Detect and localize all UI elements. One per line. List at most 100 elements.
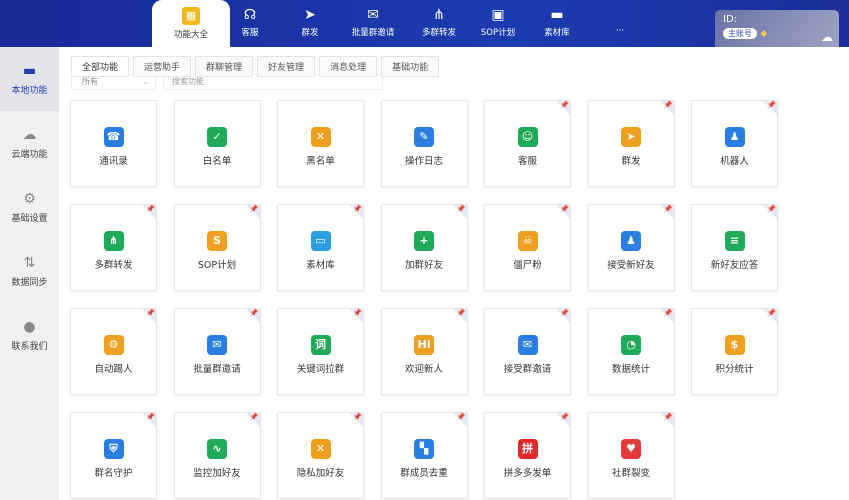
feature-label: 积分统计 (715, 364, 754, 375)
feature-icon: ◔ (621, 335, 641, 355)
nav-more[interactable]: ··· (590, 0, 650, 47)
feature-card[interactable]: 📌 $ 积分统计 (691, 308, 778, 395)
pin-icon[interactable]: 📌 (556, 413, 570, 427)
sidebar-item-label: 本地功能 (11, 86, 48, 96)
nav-calendar[interactable]: ▣ SOP计划 (468, 0, 528, 47)
feature-card[interactable]: 📌 ✉ 批量群邀请 (173, 308, 261, 395)
feature-label: 关键词拉群 (296, 364, 345, 375)
pin-icon[interactable]: 📌 (452, 205, 467, 219)
feature-label: 群发 (621, 156, 641, 167)
cloud-icon: ☁ (22, 127, 37, 143)
pin-icon[interactable]: 📌 (556, 101, 570, 115)
feature-icon: ☺ (517, 127, 538, 147)
sidebar-item-label: 基础设置 (11, 214, 48, 224)
feature-card[interactable]: 📌 ⋔ 多群转发 (70, 204, 157, 291)
feature-card[interactable]: 📌 ◔ 数据统计 (587, 308, 675, 395)
nav-label: ··· (615, 26, 625, 36)
tab-3[interactable]: 好友管理 (257, 56, 316, 77)
feature-card[interactable]: 📌 S SOP计划 (173, 204, 261, 291)
pin-icon[interactable]: 📌 (659, 309, 674, 323)
send-icon: ➤ (304, 7, 316, 23)
nav-network[interactable]: ⋔ 多群转发 (409, 0, 469, 47)
pin-icon[interactable]: 📌 (245, 413, 260, 427)
pin-icon[interactable]: 📌 (142, 413, 156, 427)
feature-card[interactable]: 📌 Hi 欢迎新人 (380, 308, 468, 395)
feature-card[interactable]: 📌 ♟ 机器人 (691, 100, 778, 187)
pin-icon[interactable]: 📌 (349, 205, 363, 219)
tab-5[interactable]: 基础功能 (381, 56, 440, 77)
feature-icon: ⋔ (103, 231, 124, 251)
feature-card[interactable]: 📌 + 加群好友 (380, 204, 468, 291)
pin-icon[interactable]: 📌 (659, 205, 674, 219)
pin-icon[interactable]: 📌 (142, 205, 156, 219)
feature-icon: S (207, 231, 227, 251)
feature-label: 接受新好友 (607, 260, 655, 271)
tab-4[interactable]: 消息处理 (319, 56, 378, 77)
feature-card[interactable]: 📌 ⚙ 自动踢人 (70, 308, 157, 395)
feature-card[interactable]: 📌 ☠ 僵尸粉 (484, 204, 571, 291)
feature-card[interactable]: ✓ 白名单 (173, 100, 261, 187)
pin-icon[interactable]: 📌 (556, 205, 570, 219)
nav-label: 素材库 (544, 28, 570, 38)
feature-card[interactable]: ✕ 黑名单 (277, 100, 364, 187)
feature-card[interactable]: ☎ 通讯录 (70, 100, 157, 187)
feature-icon: ⛨ (103, 439, 124, 459)
tab-1[interactable]: 运营助手 (133, 56, 192, 77)
nav-label: 客服 (241, 28, 259, 38)
feature-card[interactable]: 📌 ⛨ 群名守护 (70, 412, 157, 499)
pin-icon[interactable]: 📌 (245, 309, 260, 323)
feature-label: SOP计划 (197, 260, 237, 271)
sidebar-item-4[interactable]: ● 联系我们 (0, 303, 59, 367)
sidebar-item-3[interactable]: ⇅ 数据同步 (0, 239, 59, 303)
feature-label: 新好友应答 (710, 260, 759, 271)
account-panel[interactable]: ID: 主账号 ◆ ☁ (715, 10, 839, 47)
feature-card[interactable]: 📌 ∿ 监控加好友 (173, 412, 261, 499)
feature-card[interactable]: 📌 ♥ 社群裂变 (587, 412, 675, 499)
pin-icon[interactable]: 📌 (763, 309, 777, 323)
feature-icon: ⚙ (103, 335, 124, 355)
feature-card[interactable]: 📌 ≡ 新好友应答 (691, 204, 778, 291)
pin-icon[interactable]: 📌 (659, 101, 674, 115)
feature-icon: 拼 (517, 439, 538, 459)
feature-card[interactable]: 📌 ☺ 客服 (484, 100, 571, 187)
feature-card[interactable]: 📌 ➤ 群发 (587, 100, 675, 187)
calendar-icon: ▣ (491, 7, 505, 23)
feature-card[interactable]: 📌 ▚ 群成员去重 (380, 412, 468, 499)
tab-2[interactable]: 群聊管理 (195, 56, 254, 77)
pin-icon[interactable]: 📌 (659, 413, 674, 427)
pin-icon[interactable]: 📌 (245, 205, 260, 219)
feature-icon: ♥ (621, 439, 641, 459)
pin-icon[interactable]: 📌 (556, 309, 570, 323)
pin-icon[interactable]: 📌 (763, 205, 777, 219)
nav-invite[interactable]: ✉ 批量群邀请 (343, 0, 403, 47)
nav-folder[interactable]: ▬ 素材库 (527, 0, 587, 47)
feature-label: 批量群邀请 (193, 364, 241, 375)
nav-apps[interactable]: ▦ 功能大全 (152, 0, 230, 47)
feature-card[interactable]: 📌 ✉ 接受群邀请 (484, 308, 571, 395)
nav-send[interactable]: ➤ 群发 (280, 0, 340, 47)
pin-icon[interactable]: 📌 (452, 413, 467, 427)
nav-headset[interactable]: ☊ 客服 (220, 0, 280, 47)
sidebar-item-1[interactable]: ☁ 云端功能 (0, 111, 59, 175)
pin-icon[interactable]: 📌 (142, 309, 156, 323)
feature-card[interactable]: 📌 拼拼多多发单 (484, 412, 571, 499)
pin-icon[interactable]: 📌 (349, 309, 363, 323)
feature-label: 机器人 (720, 156, 749, 167)
feature-card[interactable]: 📌 ▭ 素材库 (277, 204, 364, 291)
tab-0[interactable]: 全部功能 (71, 56, 130, 77)
category-tabs: 全部功能 运营助手 群聊管理 好友管理 消息处理 基础功能 (71, 56, 440, 77)
feature-card[interactable]: 📌 ♟ 接受新好友 (587, 204, 675, 291)
sidebar-item-0[interactable]: ▬ 本地功能 (0, 47, 59, 111)
feature-card[interactable]: 📌 ✕ 隐私加好友 (277, 412, 364, 499)
feature-label: 白名单 (202, 156, 232, 167)
sidebar-item-2[interactable]: ⚙ 基础设置 (0, 175, 59, 239)
pin-icon[interactable]: 📌 (452, 309, 467, 323)
feature-icon: ✎ (414, 127, 434, 147)
feature-card[interactable]: ✎ 操作日志 (380, 100, 468, 187)
pin-icon[interactable]: 📌 (349, 413, 363, 427)
folder-icon: ▬ (550, 7, 564, 23)
pin-icon[interactable]: 📌 (763, 101, 777, 115)
feature-label: 群名守护 (94, 468, 133, 479)
feature-card[interactable]: 📌 词关键词拉群 (277, 308, 364, 395)
diamond-icon: ◆ (760, 29, 768, 39)
